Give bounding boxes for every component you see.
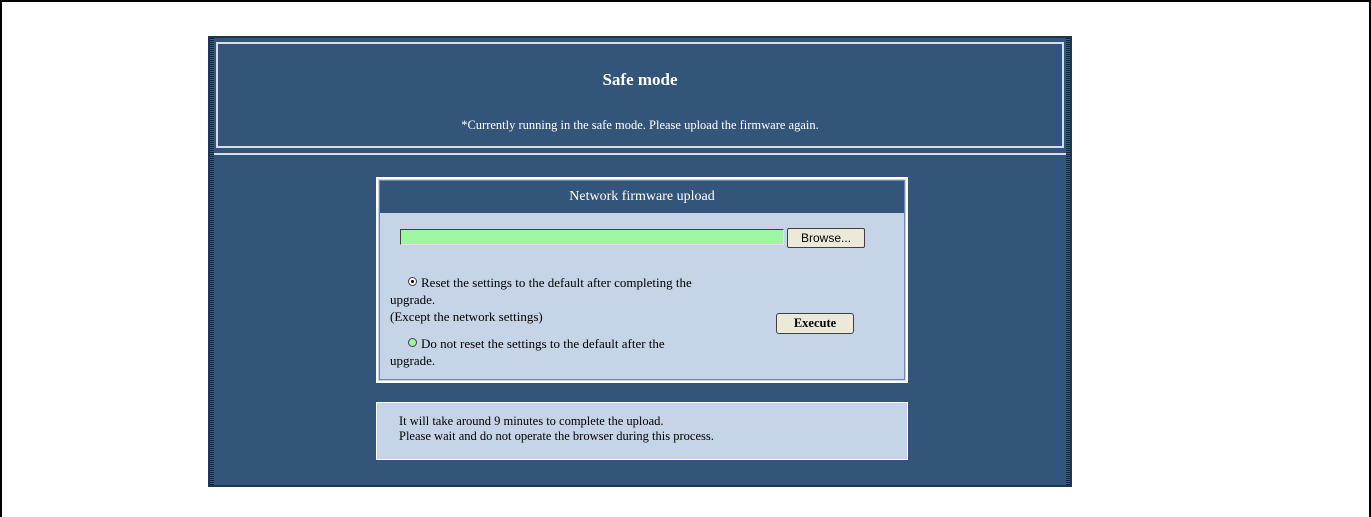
firmware-upload-box: Network firmware upload Browse... Reset … (376, 177, 908, 383)
reset-settings-note: (Except the network settings) (390, 309, 543, 324)
notice-line-1: It will take around 9 minutes to complet… (399, 414, 664, 428)
safe-mode-message: *Currently running in the safe mode. Ple… (461, 118, 819, 132)
panel-edge-left (210, 38, 214, 485)
no-reset-settings-radio[interactable] (408, 338, 417, 347)
firmware-file-field[interactable] (400, 229, 784, 245)
window-frame-left (0, 0, 2, 517)
no-reset-settings-label-line2: upgrade. (390, 353, 436, 368)
browse-button[interactable]: Browse... (787, 228, 865, 248)
upload-box-title: Network firmware upload (380, 181, 904, 213)
header-box: Safe mode *Currently running in the safe… (216, 42, 1064, 148)
window-frame-top (0, 0, 1371, 2)
panel-edge-right (1066, 38, 1070, 485)
notice-line-2: Please wait and do not operate the brows… (399, 429, 714, 443)
divider (214, 153, 1066, 155)
no-reset-settings-option[interactable]: Do not reset the settings to the default… (390, 335, 750, 369)
upload-notice: It will take around 9 minutes to complet… (376, 402, 908, 460)
no-reset-settings-label-line1: Do not reset the settings to the default… (421, 336, 665, 351)
reset-settings-label-line1: Reset the settings to the default after … (421, 275, 692, 290)
safe-mode-panel: Safe mode *Currently running in the safe… (208, 36, 1072, 487)
page-title: Safe mode (602, 70, 678, 89)
execute-button[interactable]: Execute (776, 313, 854, 334)
reset-settings-option[interactable]: Reset the settings to the default after … (390, 274, 750, 325)
reset-settings-radio[interactable] (408, 277, 417, 286)
reset-settings-label-line2: upgrade. (390, 292, 436, 307)
